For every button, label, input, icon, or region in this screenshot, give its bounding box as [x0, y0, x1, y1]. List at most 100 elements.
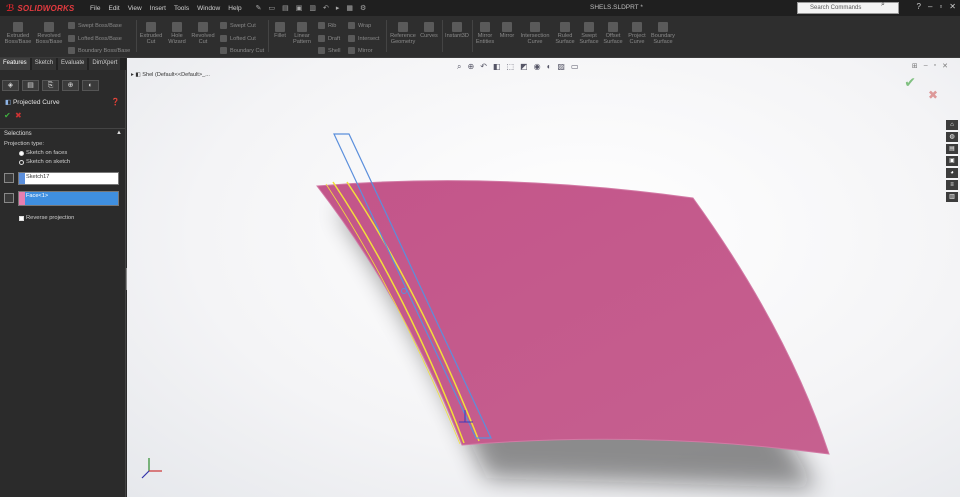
search-icon[interactable]: ⌕	[881, 1, 885, 9]
close-icon[interactable]: ✕	[949, 2, 956, 11]
wrap-button[interactable]: Wrap	[348, 22, 371, 29]
feature-manager-icon[interactable]: ◈	[2, 80, 19, 91]
tab-sketch[interactable]: Sketch	[31, 58, 58, 70]
ribbon-divider	[268, 20, 269, 52]
face-selection-icon	[4, 193, 14, 203]
ribbon-divider	[472, 20, 473, 52]
help-icon[interactable]: ❓	[111, 98, 120, 106]
select-icon[interactable]: ▸	[336, 4, 340, 12]
draft-button[interactable]: Draft	[318, 35, 340, 42]
new-document-icon[interactable]: ▭	[269, 4, 276, 12]
swept-cut-button[interactable]: Swept Cut	[220, 22, 256, 29]
swept-surface-button[interactable]: Swept Surface	[578, 22, 600, 45]
mirror-feature-button[interactable]: Mirror	[348, 47, 373, 54]
lofted-boss-button[interactable]: Lofted Boss/Base	[68, 35, 122, 42]
ruled-surface-button[interactable]: Ruled Surface	[554, 22, 576, 45]
menu-help[interactable]: Help	[228, 5, 241, 12]
fillet-button[interactable]: Fillet	[272, 22, 288, 39]
rebuild-icon[interactable]: ▦	[346, 4, 353, 12]
sketch-to-project-field[interactable]: Sketch17	[18, 172, 119, 185]
intersection-curve-button[interactable]: Intersection Curve	[518, 22, 552, 45]
command-tabs: Features Sketch Evaluate DimXpert	[0, 58, 126, 70]
help-icon[interactable]: ?	[917, 2, 921, 11]
reference-geometry-button[interactable]: Reference Geometry	[388, 22, 418, 45]
curves-icon	[424, 22, 434, 32]
title-bar: ℬ SOLIDWORKS File Edit View Insert Tools…	[0, 0, 960, 16]
display-manager-icon[interactable]: ◐	[82, 80, 99, 91]
mirror-icon	[502, 22, 512, 32]
menu-file[interactable]: File	[90, 5, 100, 12]
linear-pattern-button[interactable]: Linear Pattern	[290, 22, 314, 45]
minimize-icon[interactable]: –	[928, 2, 932, 11]
property-manager-icon[interactable]: ▤	[22, 80, 39, 91]
configuration-manager-icon[interactable]: ⎘	[42, 80, 59, 91]
lofted-cut-icon	[220, 35, 227, 42]
boundary-boss-button[interactable]: Boundary Boss/Base	[68, 47, 130, 54]
brand-name: SOLIDWORKS	[17, 3, 75, 13]
extruded-boss-button[interactable]: Extruded Boss/Base	[4, 22, 32, 45]
radio-sketch-on-faces[interactable]: Sketch on faces	[19, 150, 67, 156]
radio-sketch-on-sketch[interactable]: Sketch on sketch	[19, 159, 70, 165]
menu-view[interactable]: View	[128, 5, 142, 12]
ok-check-icon[interactable]: ✔	[4, 111, 11, 120]
menu-insert[interactable]: Insert	[150, 5, 166, 12]
tab-features[interactable]: Features	[0, 58, 31, 70]
rib-button[interactable]: Rib	[318, 22, 336, 29]
menu-tools[interactable]: Tools	[174, 5, 189, 12]
revolved-cut-button[interactable]: Revolved Cut	[190, 22, 216, 45]
dimxpert-manager-icon[interactable]: ⊕	[62, 80, 79, 91]
undo-icon[interactable]: ↶	[323, 4, 329, 12]
graphics-area[interactable]: ▸ ◧ Shel (Default<<Default>_... ⌕ ⊕ ↶ ◧ …	[127, 58, 960, 497]
tab-dimxpert[interactable]: DimXpert	[89, 58, 122, 70]
reverse-projection-checkbox[interactable]: Reverse projection	[19, 215, 74, 221]
project-curve-button[interactable]: Project Curve	[626, 22, 648, 45]
menu-window[interactable]: Window	[197, 5, 220, 12]
curved-surface[interactable]	[316, 180, 830, 455]
checkbox-icon	[19, 215, 24, 221]
swept-surface-icon	[584, 22, 594, 32]
manager-tabs: ◈ ▤ ⎘ ⊕ ◐	[2, 80, 99, 91]
print-icon[interactable]: ▥	[309, 4, 316, 12]
ds-logo-icon: ℬ	[6, 2, 15, 13]
pin-icon[interactable]: ✎	[256, 4, 262, 12]
draft-icon	[318, 35, 325, 42]
revolved-boss-button[interactable]: Revolved Boss/Base	[34, 22, 64, 45]
swept-cut-icon	[220, 22, 227, 29]
curves-button[interactable]: Curves	[420, 22, 438, 39]
hole-wizard-button[interactable]: Hole Wizard	[166, 22, 188, 45]
options-gear-icon[interactable]: ⚙	[360, 4, 366, 12]
loft-icon	[68, 35, 75, 42]
shell-button[interactable]: Shell	[318, 47, 340, 54]
property-manager-title: ◧ Projected Curve	[5, 99, 60, 106]
mirror-button[interactable]: Mirror	[498, 22, 516, 39]
boundary-icon	[68, 47, 75, 54]
menu-edit[interactable]: Edit	[108, 5, 119, 12]
cancel-x-icon[interactable]: ✖	[15, 111, 22, 120]
open-icon[interactable]: ▤	[282, 4, 289, 12]
tab-evaluate[interactable]: Evaluate	[58, 58, 89, 70]
mirror-entities-button[interactable]: Mirror Entities	[474, 22, 496, 45]
projected-curve-icon: ◧	[5, 99, 12, 106]
intersect-button[interactable]: Intersect	[348, 35, 379, 42]
boundary-cut-button[interactable]: Boundary Cut	[220, 47, 264, 54]
lofted-cut-button[interactable]: Lofted Cut	[220, 35, 256, 42]
boundary-cut-icon	[220, 47, 227, 54]
save-icon[interactable]: ▣	[296, 4, 303, 12]
rib-icon	[318, 22, 325, 29]
mirror-icon	[348, 47, 355, 54]
menu-bar: File Edit View Insert Tools Window Help	[90, 5, 242, 12]
instant3d-button[interactable]: Instant3D	[444, 22, 470, 39]
boundary-surface-button[interactable]: Boundary Surface	[650, 22, 676, 45]
radio-dot-icon	[19, 150, 24, 156]
instant3d-icon	[452, 22, 462, 32]
chevron-up-icon[interactable]: ▲	[116, 130, 122, 136]
3d-model-view[interactable]	[127, 58, 960, 497]
swept-boss-button[interactable]: Swept Boss/Base	[68, 22, 122, 29]
extruded-cut-button[interactable]: Extruded Cut	[138, 22, 164, 45]
restore-icon[interactable]: ▫	[939, 2, 942, 11]
selections-group-header[interactable]: Selections ▲	[0, 128, 126, 138]
offset-surface-button[interactable]: Offset Surface	[602, 22, 624, 45]
projection-faces-field[interactable]: Face<1>	[18, 191, 119, 206]
ruled-surface-icon	[560, 22, 570, 32]
solidworks-logo[interactable]: ℬ SOLIDWORKS	[0, 3, 82, 14]
